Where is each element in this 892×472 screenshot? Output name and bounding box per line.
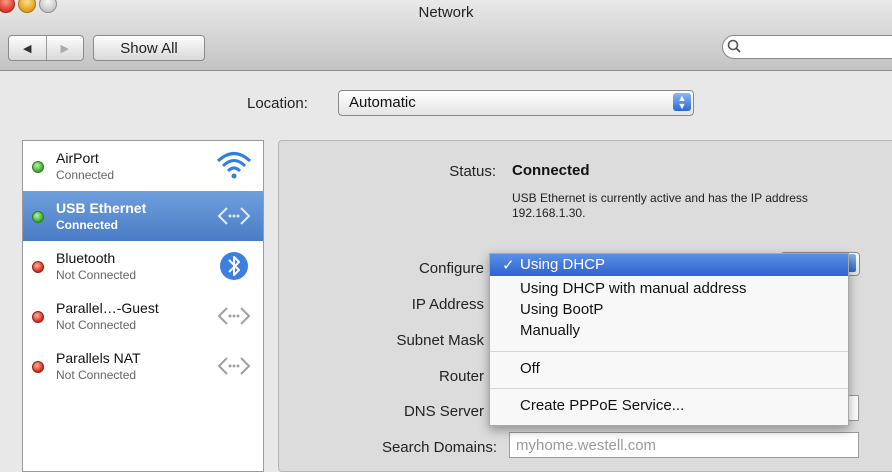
service-status: Connected (56, 168, 115, 182)
service-item-parallels-guest[interactable]: Parallel…-Guest Not Connected (23, 291, 263, 341)
status-label: Status: (449, 163, 496, 180)
service-status: Connected (56, 218, 119, 232)
menu-item-create-pppoe[interactable]: Create PPPoE Service... (490, 395, 848, 417)
back-button[interactable]: ◀ (9, 36, 47, 60)
service-name: Parallel…-Guest (56, 300, 159, 316)
menu-item-bootp[interactable]: Using BootP (490, 299, 848, 321)
service-name: USB Ethernet (56, 200, 147, 216)
window-toolbar: Network ◀ ▶ Show All (0, 0, 892, 71)
ethernet-icon (213, 347, 255, 385)
service-item-airport[interactable]: AirPort Connected (23, 141, 263, 191)
forward-arrow-icon: ▶ (60, 42, 69, 55)
checkmark-icon: ✓ (502, 257, 515, 274)
location-label: Location: (247, 95, 308, 112)
menu-separator (490, 351, 848, 352)
subnet-mask-label: Subnet Mask (396, 332, 484, 349)
ethernet-icon (213, 197, 255, 235)
service-name: AirPort (56, 150, 99, 166)
wifi-icon (213, 147, 255, 185)
forward-button[interactable]: ▶ (47, 36, 84, 60)
status-dot-connected (32, 211, 44, 223)
status-dot-not-connected (32, 261, 44, 273)
bluetooth-icon (213, 247, 255, 285)
status-value: Connected (512, 162, 590, 179)
router-label: Router (438, 368, 484, 385)
select-stepper-icon: ▲ ▼ (673, 93, 691, 111)
search-icon (724, 36, 746, 58)
status-dot-not-connected (32, 361, 44, 373)
ethernet-icon (213, 297, 255, 335)
back-forward-control: ◀ ▶ (8, 35, 84, 61)
status-dot-not-connected (32, 311, 44, 323)
menu-item-off[interactable]: Off (490, 358, 848, 380)
search-input[interactable] (722, 35, 892, 59)
service-name: Bluetooth (56, 250, 116, 266)
menu-item-dhcp-manual[interactable]: Using DHCP with manual address (490, 278, 848, 300)
ip-address-label: IP Address (411, 296, 484, 313)
service-status: Not Connected (56, 318, 137, 332)
configure-label: Configure (418, 260, 484, 277)
status-description: USB Ethernet is currently active and has… (512, 191, 808, 220)
menu-separator (490, 388, 848, 389)
service-status: Not Connected (56, 268, 137, 282)
dns-server-label: DNS Server (403, 403, 484, 420)
location-value: Automatic (349, 94, 416, 111)
service-item-usb-ethernet[interactable]: USB Ethernet Connected (23, 191, 263, 241)
service-status: Not Connected (56, 368, 137, 382)
status-dot-connected (32, 161, 44, 173)
service-item-parallels-nat[interactable]: Parallels NAT Not Connected (23, 341, 263, 391)
service-list: AirPort Connected USB Ethernet Connected (22, 140, 264, 472)
service-item-bluetooth[interactable]: Bluetooth Not Connected (23, 241, 263, 291)
show-all-button[interactable]: Show All (93, 35, 205, 61)
menu-item-manually[interactable]: Manually (490, 320, 848, 342)
menu-item-using-dhcp[interactable]: ✓ Using DHCP (490, 254, 848, 276)
window-title: Network (418, 4, 474, 21)
back-arrow-icon: ◀ (23, 42, 32, 55)
search-domains-value: myhome.westell.com (516, 437, 657, 454)
configure-menu: ✓ Using DHCP Using DHCP with manual addr… (489, 253, 849, 426)
service-name: Parallels NAT (56, 350, 141, 366)
search-domains-label: Search Domains: (381, 439, 497, 456)
location-select[interactable]: Automatic ▲ ▼ (338, 90, 694, 116)
